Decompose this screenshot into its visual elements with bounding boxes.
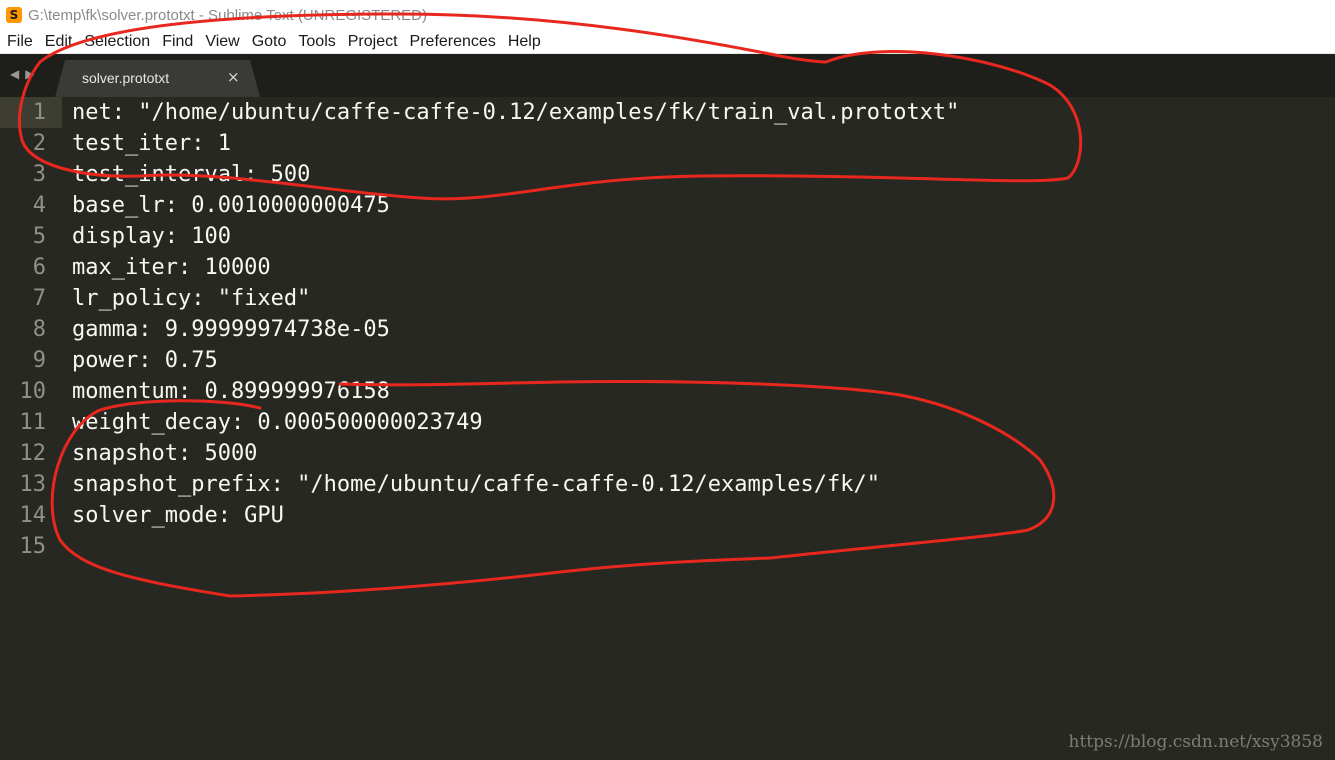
code-text: snapshot: 5000 [72,441,258,466]
code-text: solver_mode: GPU [72,503,284,528]
line-number: 15 [19,534,47,559]
code-text: weight_decay: 0.000500000023749 [72,410,483,435]
code-text: power: 0.75 [72,348,218,373]
editor-line: 3 test_interval: 500 [0,159,1335,190]
line-number: 8 [32,317,46,342]
code-text: lr_policy: "fixed" [72,286,311,311]
line-number: 5 [32,224,46,249]
code-text: test_interval: 500 [72,162,311,187]
line-number: 6 [32,255,46,280]
menu-edit[interactable]: Edit [40,33,78,51]
menu-tools[interactable]: Tools [293,33,340,51]
menu-goto[interactable]: Goto [247,33,292,51]
editor-line: 9 power: 0.75 [0,345,1335,376]
title-bar: S G:\temp\fk\solver.prototxt - Sublime T… [0,0,1335,30]
tab-close-icon[interactable]: × [227,68,240,86]
line-number: 3 [32,162,46,187]
code-text: snapshot_prefix: "/home/ubuntu/caffe-caf… [72,472,880,497]
editor-line: 11 weight_decay: 0.000500000023749 [0,407,1335,438]
editor-line: 8 gamma: 9.99999974738e-05 [0,314,1335,345]
tab-label: solver.prototxt [82,70,170,86]
code-text: net: "/home/ubuntu/caffe-caffe-0.12/exam… [72,100,960,125]
editor-line: 2 test_iter: 1 [0,128,1335,159]
watermark-text: https://blog.csdn.net/xsy3858 [1068,732,1323,752]
tab-prev-icon[interactable]: ◀ [10,67,19,81]
line-number: 12 [19,441,47,466]
sublime-text-window: S G:\temp\fk\solver.prototxt - Sublime T… [0,0,1335,760]
line-number: 7 [32,286,46,311]
menu-find[interactable]: Find [157,33,198,51]
code-text: gamma: 9.99999974738e-05 [72,317,390,342]
menu-help[interactable]: Help [503,33,546,51]
line-number: 11 [19,410,47,435]
tab-navigation: ◀ ▶ [10,67,34,81]
menu-preferences[interactable]: Preferences [405,33,501,51]
editor-line: 14 solver_mode: GPU [0,500,1335,531]
code-text: test_iter: 1 [72,131,231,156]
line-number: 9 [32,348,46,373]
editor-line: 12 snapshot: 5000 [0,438,1335,469]
editor-line: 4 base_lr: 0.0010000000475 [0,190,1335,221]
editor-line: 7 lr_policy: "fixed" [0,283,1335,314]
line-number: 2 [32,131,46,156]
line-number: 4 [32,193,46,218]
menu-view[interactable]: View [200,33,244,51]
line-number: 10 [19,379,47,404]
window-title: G:\temp\fk\solver.prototxt - Sublime Tex… [28,6,427,24]
editor-line: 5 display: 100 [0,221,1335,252]
editor-line: 15 [0,531,1335,562]
editor-line: 6 max_iter: 10000 [0,252,1335,283]
tab-next-icon[interactable]: ▶ [25,67,34,81]
code-text: max_iter: 10000 [72,255,271,280]
line-number: 1 [0,97,62,128]
menu-project[interactable]: Project [343,33,403,51]
tab-solver-prototxt[interactable]: solver.prototxt × [55,60,260,97]
editor-line: 13 snapshot_prefix: "/home/ubuntu/caffe-… [0,469,1335,500]
code-text: momentum: 0.899999976158 [72,379,390,404]
editor-line: 1 net: "/home/ubuntu/caffe-caffe-0.12/ex… [0,97,1335,128]
code-text: base_lr: 0.0010000000475 [72,193,390,218]
tab-bar: ◀ ▶ solver.prototxt × [0,54,1335,97]
line-number: 13 [19,472,47,497]
menu-selection[interactable]: Selection [79,33,155,51]
editor-area[interactable]: 1 net: "/home/ubuntu/caffe-caffe-0.12/ex… [0,97,1335,760]
sublime-app-icon: S [6,7,22,23]
menu-bar: File Edit Selection Find View Goto Tools… [0,30,1335,54]
line-number: 14 [19,503,47,528]
code-text: display: 100 [72,224,231,249]
menu-file[interactable]: File [2,33,38,51]
editor-line: 10 momentum: 0.899999976158 [0,376,1335,407]
